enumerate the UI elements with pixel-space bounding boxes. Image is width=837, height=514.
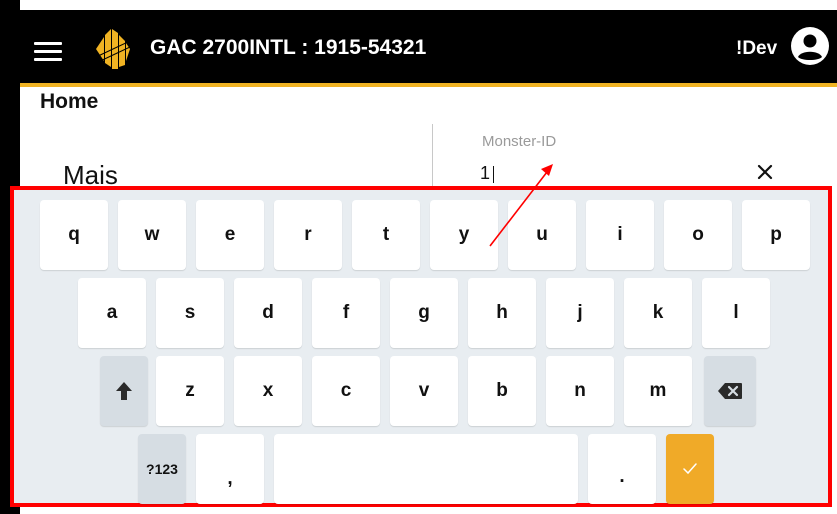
key-x[interactable]: x	[234, 356, 302, 426]
page-title: Home	[40, 90, 99, 113]
checkmark-icon	[683, 463, 697, 475]
key-s[interactable]: s	[156, 278, 224, 348]
device-title: GAC 2700INTL : 1915-54321	[150, 36, 427, 59]
top-app-bar: GAC 2700INTL : 1915-54321 !Dev	[20, 10, 837, 83]
key-a[interactable]: a	[78, 278, 146, 348]
key-u[interactable]: u	[508, 200, 576, 270]
period-key[interactable]: .	[588, 434, 656, 504]
comma-key[interactable]: ,	[196, 434, 264, 504]
key-q[interactable]: q	[40, 200, 108, 270]
key-e[interactable]: e	[196, 200, 264, 270]
key-f[interactable]: f	[312, 278, 380, 348]
key-o[interactable]: o	[664, 200, 732, 270]
key-g[interactable]: g	[390, 278, 458, 348]
monster-id-input[interactable]	[480, 160, 735, 186]
key-d[interactable]: d	[234, 278, 302, 348]
backspace-key[interactable]	[704, 356, 756, 426]
on-screen-keyboard: q w e r t y u i o p a s d f g h j k l z …	[10, 186, 832, 507]
key-i[interactable]: i	[586, 200, 654, 270]
shift-arrow-icon	[116, 382, 132, 400]
key-m[interactable]: m	[624, 356, 692, 426]
symbols-key[interactable]: ?123	[138, 434, 186, 504]
key-n[interactable]: n	[546, 356, 614, 426]
key-l[interactable]: l	[702, 278, 770, 348]
key-b[interactable]: b	[468, 356, 536, 426]
account-circle-icon[interactable]	[790, 26, 830, 66]
key-y[interactable]: y	[430, 200, 498, 270]
header-accent-line	[20, 83, 837, 87]
close-icon[interactable]	[753, 160, 777, 184]
key-c[interactable]: c	[312, 356, 380, 426]
key-r[interactable]: r	[274, 200, 342, 270]
key-w[interactable]: w	[118, 200, 186, 270]
text-caret	[493, 166, 494, 183]
key-j[interactable]: j	[546, 278, 614, 348]
enter-key[interactable]	[666, 434, 714, 504]
vertical-divider	[432, 124, 433, 188]
key-z[interactable]: z	[156, 356, 224, 426]
backspace-icon	[718, 383, 742, 399]
user-name-label: !Dev	[736, 38, 778, 59]
key-k[interactable]: k	[624, 278, 692, 348]
hamburger-menu-icon[interactable]	[34, 42, 62, 62]
key-p[interactable]: p	[742, 200, 810, 270]
key-v[interactable]: v	[390, 356, 458, 426]
monster-id-label: Monster-ID	[482, 133, 557, 150]
shift-key[interactable]	[100, 356, 148, 426]
spacebar-key[interactable]	[274, 434, 578, 504]
key-t[interactable]: t	[352, 200, 420, 270]
brand-logo	[95, 29, 131, 69]
key-h[interactable]: h	[468, 278, 536, 348]
